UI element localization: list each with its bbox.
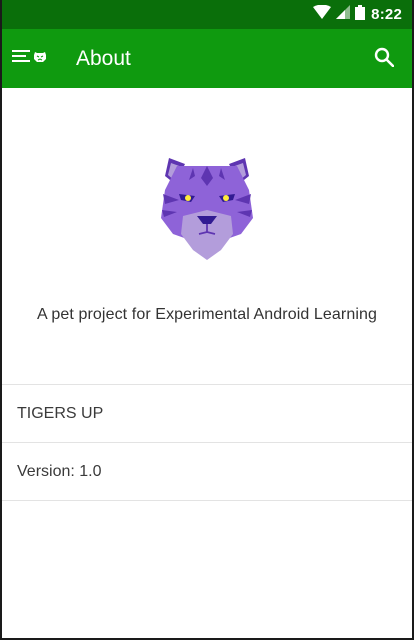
signal-icon bbox=[336, 5, 351, 24]
battery-icon bbox=[355, 4, 366, 25]
app-bar: About bbox=[2, 29, 412, 88]
status-bar: 8:22 bbox=[2, 0, 412, 29]
logo-container bbox=[2, 154, 412, 262]
app-name-label: TIGERS UP bbox=[17, 404, 104, 422]
wifi-icon bbox=[313, 4, 332, 24]
nav-drawer-button[interactable] bbox=[12, 49, 47, 68]
tiger-logo-icon bbox=[157, 154, 257, 262]
list-item-app-name: TIGERS UP bbox=[2, 384, 412, 442]
menu-icon bbox=[12, 49, 30, 68]
tagline: A pet project for Experimental Android L… bbox=[36, 306, 377, 323]
list-item-version: Version: 1.0 bbox=[2, 442, 412, 501]
about-screen: 8:22 About A pet project for Experimenta… bbox=[0, 0, 414, 640]
tiger-small-icon bbox=[33, 50, 47, 68]
page-title: About bbox=[76, 46, 131, 70]
search-icon bbox=[374, 47, 395, 71]
status-icons bbox=[313, 4, 366, 25]
version-label: Version: 1.0 bbox=[17, 462, 102, 480]
status-time: 8:22 bbox=[371, 6, 402, 23]
info-list: TIGERS UP Version: 1.0 bbox=[2, 384, 412, 501]
search-button[interactable] bbox=[374, 47, 395, 72]
